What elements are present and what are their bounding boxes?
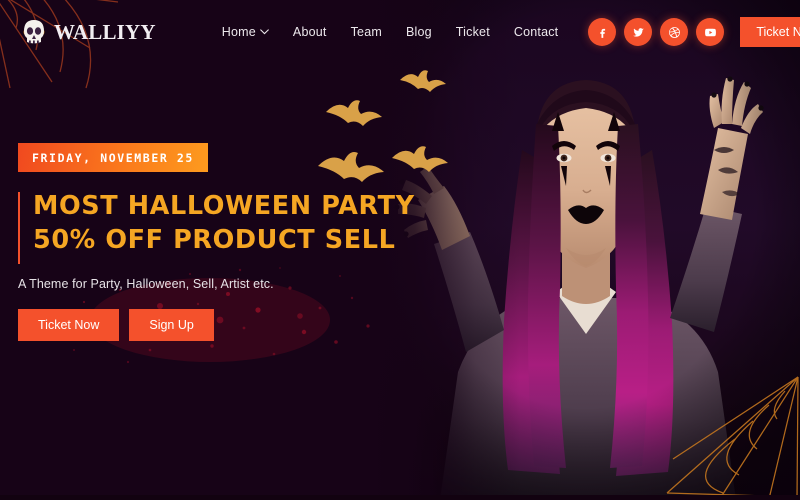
nav-item-home[interactable]: Home bbox=[222, 25, 269, 39]
headline-block: MOST HALLOWEEN PARTY 50% OFF PRODUCT SEL… bbox=[18, 190, 418, 264]
spider-web-icon bbox=[666, 376, 799, 500]
nav-item-label: Ticket bbox=[455, 25, 490, 39]
halloween-landing-page: WALLIYY Home About Team Blog Ticket Cont… bbox=[0, 0, 800, 500]
social-links bbox=[588, 18, 725, 46]
hero-content: FRIDAY, NOVEMBER 25 MOST HALLOWEEN PARTY… bbox=[18, 143, 418, 342]
headline-accent-bar bbox=[18, 192, 20, 264]
hero-subtitle: A Theme for Party, Halloween, Sell, Arti… bbox=[18, 277, 274, 292]
ticket-now-button[interactable]: Ticket Now bbox=[18, 309, 120, 342]
dribbble-icon bbox=[668, 26, 680, 38]
brand-logo[interactable]: WALLIYY bbox=[18, 17, 156, 47]
nav-item-team[interactable]: Team bbox=[351, 25, 382, 39]
nav-item-label: Blog bbox=[405, 25, 432, 39]
site-header: WALLIYY Home About Team Blog Ticket Cont… bbox=[0, 0, 800, 64]
sign-up-button[interactable]: Sign Up bbox=[129, 309, 214, 342]
social-link-twitter[interactable] bbox=[624, 18, 653, 46]
headline-line-2: 50% OFF PRODUCT SELL bbox=[33, 224, 396, 255]
skull-icon bbox=[23, 20, 45, 44]
page-title: MOST HALLOWEEN PARTY 50% OFF PRODUCT SEL… bbox=[33, 190, 418, 257]
youtube-icon bbox=[704, 28, 716, 36]
nav-item-about[interactable]: About bbox=[293, 25, 327, 39]
twitter-icon bbox=[632, 27, 644, 37]
hero-cta-row: Ticket Now Sign Up bbox=[18, 309, 418, 342]
header-ticket-now-button[interactable]: Ticket Now bbox=[740, 17, 800, 47]
social-link-dribbble[interactable] bbox=[660, 18, 689, 46]
social-link-youtube[interactable] bbox=[696, 18, 725, 46]
main-navigation: Home About Team Blog Ticket Contact bbox=[222, 25, 559, 39]
chevron-down-icon bbox=[260, 29, 269, 35]
nav-item-blog[interactable]: Blog bbox=[406, 25, 432, 39]
headline-line-1: MOST HALLOWEEN PARTY bbox=[33, 191, 415, 221]
brand-name: WALLIYY bbox=[54, 19, 156, 44]
nav-item-ticket[interactable]: Ticket bbox=[456, 25, 490, 39]
nav-item-label: Contact bbox=[513, 25, 559, 39]
nav-item-label: About bbox=[292, 25, 327, 39]
nav-item-label: Team bbox=[350, 25, 382, 39]
facebook-icon bbox=[600, 28, 605, 38]
social-link-facebook[interactable] bbox=[588, 18, 617, 46]
event-date-badge: FRIDAY, NOVEMBER 25 bbox=[18, 143, 208, 172]
nav-item-contact[interactable]: Contact bbox=[514, 25, 558, 39]
nav-item-label: Home bbox=[221, 25, 256, 39]
bottom-edge bbox=[0, 495, 800, 500]
